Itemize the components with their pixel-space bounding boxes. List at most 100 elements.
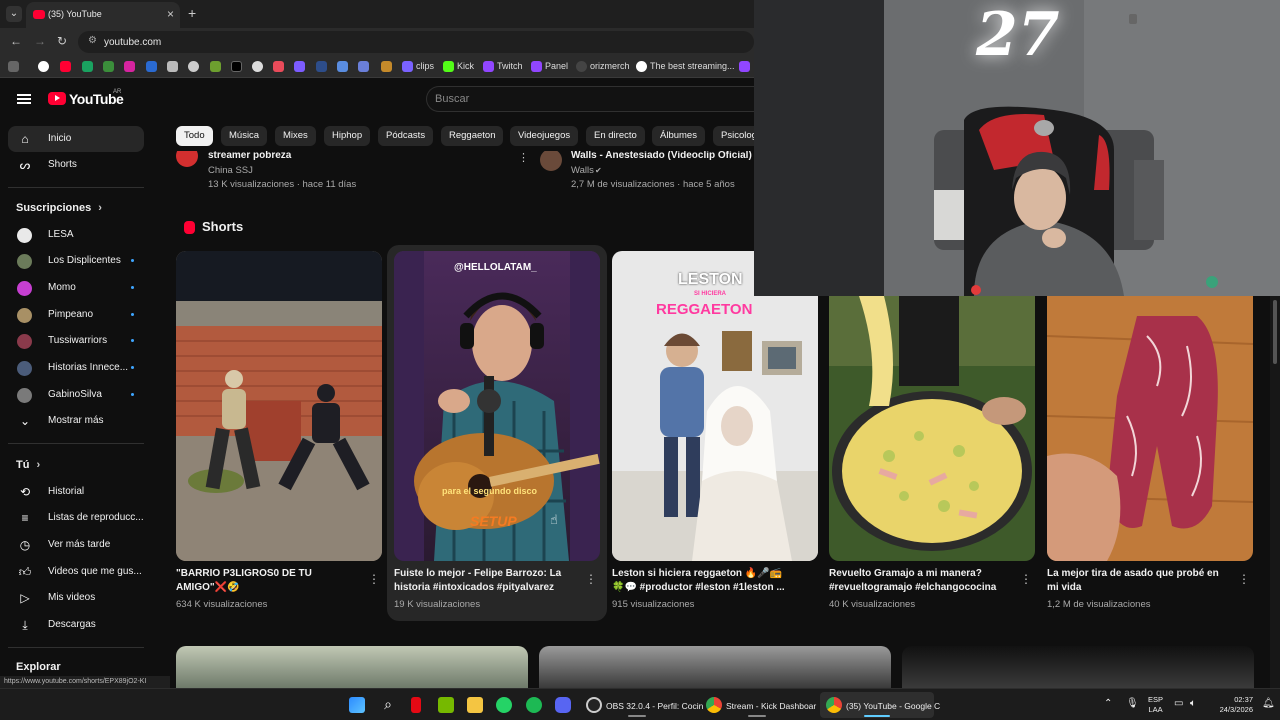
speaker-icon[interactable]: 🔈︎ [1190,698,1196,709]
short-card[interactable] [176,251,382,561]
bookmark-icon[interactable] [739,61,750,72]
taskbar-app-obs[interactable]: OBS 32.0.4 - Perfil: Cocin [580,692,703,718]
sidebar-item-subscription[interactable]: LESA [8,222,144,248]
channel-name[interactable]: Walls [571,165,594,176]
channel-name[interactable]: China SSJ [208,165,253,176]
page-scrollbar[interactable] [1270,296,1280,688]
sidebar-item-subscription[interactable]: Los Displicentes [8,248,144,274]
orizmerch-bookmark-icon[interactable] [576,61,587,72]
microphone-icon[interactable]: 🎙︎ [1126,698,1139,709]
more-options-icon[interactable]: ⋮ [1238,572,1250,586]
language-indicator[interactable]: ESP LAA [1148,695,1163,715]
bookmark-icon[interactable] [167,61,178,72]
network-icon[interactable]: ▭ [1174,698,1183,709]
bookmark-icon[interactable] [273,61,284,72]
chip-hiphop[interactable]: Hiphop [324,126,371,146]
clock[interactable]: 02:37 24/3/2026 [1213,695,1253,715]
short-title[interactable]: La mejor tira de asado que probé en mi v… [1047,567,1232,595]
sidebar-item-subscription[interactable]: Pimpeano [8,302,144,328]
bookmark-panel[interactable]: Panel [545,61,568,71]
more-options-icon[interactable]: ⋮ [368,572,380,586]
short-card[interactable]: LESTON SI HICIERA REGGAETON [612,251,818,561]
bookmark-icon[interactable] [358,61,369,72]
bookmark-icon[interactable] [103,61,114,72]
bookmark-icon[interactable] [188,61,199,72]
more-options-icon[interactable]: ⋮ [518,151,529,164]
reload-icon[interactable]: ↻ [57,34,67,48]
bookmark-icon[interactable] [381,61,392,72]
chevron-up-icon[interactable]: ⌃ [1104,698,1112,709]
sidebar-item-watch-later[interactable]: ◷ Ver más tarde [8,532,144,558]
new-tab-button[interactable]: + [188,5,196,21]
chip-reggaeton[interactable]: Reggaeton [441,126,504,146]
more-options-icon[interactable]: ⋮ [1020,572,1032,586]
streaming-bookmark-icon[interactable] [636,61,647,72]
scrollbar-thumb[interactable] [1273,300,1277,364]
bookmark-orizmerch[interactable]: orizmerch [590,61,630,71]
video-title[interactable]: Walls - Anestesiado (Videoclip Oficial) [571,151,752,161]
bookmark-icon[interactable] [210,61,221,72]
sidebar-item-liked-videos[interactable]: 👍︎ Videos que me gus... [8,559,144,585]
sidebar-item-downloads[interactable]: ⤓ Descargas [8,612,144,638]
notification-bell-icon[interactable]: 🔔︎ [1262,698,1275,709]
short-card[interactable]: @HELLOLATAM_ para el segundo disco SETUP [394,251,600,561]
bookmark-best-streaming[interactable]: The best streaming... [650,61,735,71]
video-thumbnail[interactable] [539,646,891,688]
short-title[interactable]: Leston si hiciera reggaeton 🔥🎤📻 🍀💬 #prod… [612,567,797,595]
tab-close-icon[interactable]: × [167,7,174,21]
video-title[interactable]: streamer pobreza [208,151,291,161]
chip-videojuegos[interactable]: Videojuegos [510,126,579,146]
taskbar-app-youtube[interactable]: (35) YouTube - Google C [820,692,940,718]
bookmark-twitch[interactable]: Twitch [497,61,523,71]
tab-search-button[interactable]: ⌄ [6,6,22,22]
sidebar-item-subscription[interactable]: Momo [8,275,144,301]
video-thumbnail[interactable] [176,646,528,688]
spotify-icon[interactable] [526,697,542,713]
discord-icon[interactable] [555,697,571,713]
sidebar-item-inicio[interactable]: ⌂ Inicio [8,126,144,152]
chip-en-directo[interactable]: En directo [586,126,645,146]
bookmark-icon[interactable] [146,61,157,72]
sidebar-item-subscription[interactable]: Historias Innece... [8,355,144,381]
back-arrow-icon[interactable]: ← [10,34,22,48]
windows-start-icon[interactable] [349,697,365,713]
bookmark-icon[interactable] [337,61,348,72]
panel-bookmark-icon[interactable] [531,61,542,72]
you-heading[interactable]: Tú › [16,459,40,471]
forward-arrow-icon[interactable]: → [34,34,46,48]
nvidia-icon[interactable] [438,697,454,713]
google-bookmark-icon[interactable] [38,61,49,72]
chip-mixes[interactable]: Mixes [275,126,316,146]
bookmark-icon[interactable] [294,61,305,72]
sidebar-item-subscription[interactable]: GabinoSilva [8,382,144,408]
bookmark-icon[interactable] [82,61,93,72]
instagram-bookmark-icon[interactable] [124,61,135,72]
subscriptions-heading[interactable]: Suscripciones › [16,202,102,214]
search-input[interactable]: Buscar [426,86,754,112]
taskbar-app-kick[interactable]: Stream - Kick Dashboar [700,692,816,718]
sidebar-item-my-videos[interactable]: ▷ Mis videos [8,585,144,611]
menu-hamburger-icon[interactable] [17,94,31,104]
short-title[interactable]: Fuiste lo mejor - Felipe Barrozo: La his… [394,567,579,595]
chip-psicologia[interactable]: Psicolog [713,126,754,146]
sidebar-item-playlists[interactable]: ≡ Listas de reproducc... [8,505,144,531]
sidebar-item-subscription[interactable]: Tussiwarriors [8,328,144,354]
chip-musica[interactable]: Música [221,126,268,146]
browser-tab-youtube[interactable]: (35) YouTube × [26,2,180,28]
file-explorer-icon[interactable] [467,697,483,713]
clips-bookmark-icon[interactable] [402,61,413,72]
sidebar-item-history[interactable]: ⟲ Historial [8,479,144,505]
bookmark-icon[interactable] [252,61,263,72]
apps-grid-icon[interactable] [8,61,19,72]
short-card[interactable] [1047,296,1253,561]
chip-todo[interactable]: Todo [176,126,213,146]
bookmark-kick[interactable]: Kick [457,61,474,71]
youtube-logo-icon[interactable] [48,92,66,105]
show-more-button[interactable]: ⌄ Mostrar más [8,408,144,434]
short-card[interactable] [829,296,1035,561]
youtube-bookmark-icon[interactable] [60,61,71,72]
address-bar[interactable]: ⚙ youtube.com [78,31,754,53]
chip-albumes[interactable]: Álbumes [652,126,705,146]
more-options-icon[interactable]: ⋮ [585,572,597,586]
chip-podcasts[interactable]: Pódcasts [378,126,434,146]
